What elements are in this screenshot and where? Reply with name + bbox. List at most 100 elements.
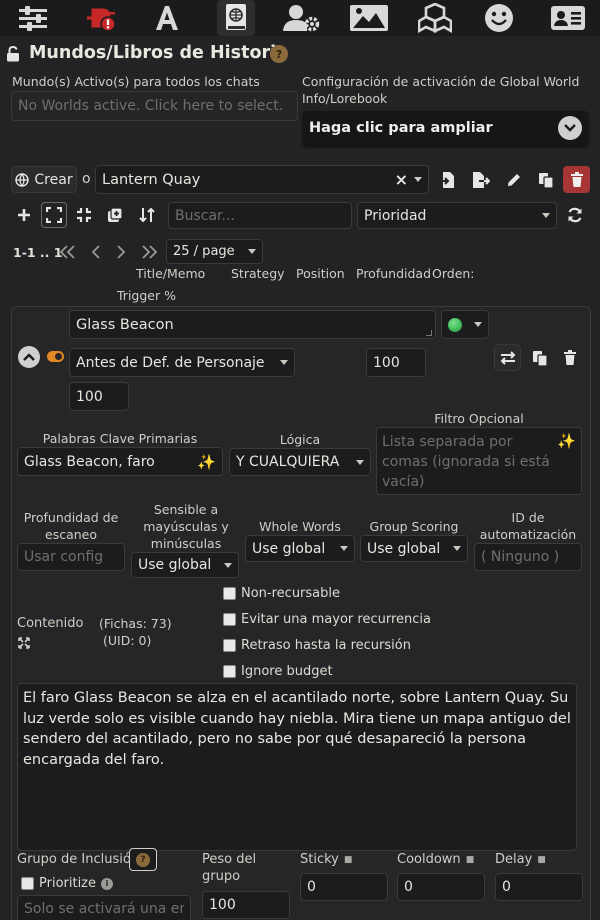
- chat-bubble-icon: ■: [343, 854, 353, 865]
- entry-title-input[interactable]: Glass Beacon: [69, 310, 436, 339]
- group-scoring-select[interactable]: Use global: [360, 535, 468, 562]
- smiley-icon[interactable]: [481, 3, 517, 33]
- next-page-icon[interactable]: [112, 242, 130, 262]
- optional-filter-input[interactable]: Lista separada por comas (ignorada si es…: [376, 427, 582, 495]
- non-recursable-label: Non-recursable: [241, 586, 340, 601]
- scan-depth-input[interactable]: Usar config: [17, 543, 125, 571]
- toggle-knob: [55, 353, 62, 360]
- resize-grip-icon: [426, 330, 432, 336]
- non-recursable-option[interactable]: Non-recursable: [223, 586, 340, 601]
- sliders-icon[interactable]: [16, 3, 50, 33]
- plug-alert-icon[interactable]: [83, 3, 119, 33]
- duplicate-world-icon[interactable]: [535, 169, 557, 191]
- entry-strategy-select[interactable]: [441, 310, 489, 339]
- prev-page-icon[interactable]: [87, 242, 105, 262]
- user-cog-icon[interactable]: [282, 3, 322, 33]
- cubes-icon[interactable]: [416, 3, 454, 33]
- cooldown-label: Cooldown: [397, 852, 461, 867]
- entry-position-select[interactable]: Antes de Def. de Personaje: [69, 348, 295, 377]
- primary-keys-input[interactable]: Glass Beacon, faro ✨: [17, 447, 223, 476]
- position-caret: [280, 360, 288, 365]
- activation-settings-expand-label: Haga clic para ampliar: [309, 120, 493, 136]
- id-card-icon[interactable]: [549, 3, 587, 33]
- prioritize-option[interactable]: Prioritize i: [21, 876, 114, 891]
- inclusion-group-placeholder: Solo se activará una en: [24, 901, 184, 917]
- optional-filter-sparkle-icon[interactable]: ✨: [557, 432, 576, 450]
- whole-words-label: Whole Words: [259, 519, 341, 534]
- maximize-content-icon[interactable]: [17, 636, 31, 650]
- whole-words-value: Use global: [252, 540, 326, 557]
- create-world-label: Crear: [34, 171, 73, 188]
- activation-settings-toggle[interactable]: Haga clic para ampliar: [303, 111, 588, 145]
- delete-world-button[interactable]: [563, 166, 590, 193]
- collapse-all-icon[interactable]: [73, 204, 95, 226]
- cooldown-value: 0: [404, 879, 413, 895]
- sparkle-icon[interactable]: ✨: [197, 453, 216, 471]
- info-icon[interactable]: i: [101, 877, 114, 890]
- group-weight-input[interactable]: 100: [202, 891, 290, 919]
- delay-input[interactable]: 0: [495, 873, 583, 901]
- chevron-down-icon: [558, 116, 582, 140]
- column-trigger: Trigger %: [117, 288, 176, 303]
- prioritize-checkbox[interactable]: [21, 877, 34, 890]
- whole-words-select[interactable]: Use global: [245, 535, 355, 562]
- last-page-icon[interactable]: [139, 242, 159, 262]
- cooldown-header: Cooldown ■: [397, 851, 474, 868]
- cooldown-input[interactable]: 0: [397, 873, 485, 901]
- book-globe-icon[interactable]: [219, 3, 253, 33]
- world-select[interactable]: Lantern Quay ×: [95, 165, 429, 194]
- column-depth: Profundidad: [356, 266, 432, 281]
- or-label: o: [82, 171, 91, 187]
- delay-recursion-checkbox[interactable]: [223, 639, 236, 652]
- sticky-input[interactable]: 0: [300, 873, 388, 901]
- entry-enable-toggle[interactable]: [47, 351, 64, 362]
- inclusion-group-input[interactable]: Solo se activará una en: [17, 895, 191, 920]
- column-strategy: Strategy: [231, 266, 285, 281]
- ignore-budget-checkbox[interactable]: [223, 665, 236, 678]
- import-icon[interactable]: [438, 169, 458, 191]
- sort-order-icon[interactable]: [136, 204, 158, 226]
- font-icon[interactable]: [150, 3, 184, 33]
- strategy-caret: [474, 322, 482, 327]
- entry-order-input[interactable]: 100: [69, 382, 129, 411]
- automation-id-input[interactable]: ( Ninguno ): [474, 543, 582, 571]
- logic-select[interactable]: Y CUALQUIERA: [229, 448, 371, 476]
- duplicate-entry-icon[interactable]: [529, 347, 551, 369]
- sort-select-value: Prioridad: [364, 207, 427, 224]
- active-worlds-select[interactable]: No Worlds active. Click here to select.: [11, 91, 298, 121]
- ignore-budget-option[interactable]: Ignore budget: [223, 664, 333, 679]
- sort-select[interactable]: Prioridad: [357, 202, 557, 229]
- group-weight-value: 100: [209, 897, 236, 913]
- case-sensitive-select[interactable]: Use global: [131, 552, 239, 578]
- content-textarea[interactable]: El faro Glass Beacon se alza en el acant…: [17, 683, 577, 851]
- lock-open-icon[interactable]: [5, 45, 21, 63]
- non-recursable-checkbox[interactable]: [223, 587, 236, 600]
- optional-filter-placeholder: Lista separada por comas (ignorada si es…: [382, 434, 550, 490]
- help-icon[interactable]: ?: [270, 45, 288, 63]
- entry-depth-input[interactable]: 100: [366, 348, 426, 377]
- prevent-recursion-checkbox[interactable]: [223, 613, 236, 626]
- inclusion-help-glyph: ?: [140, 854, 146, 865]
- prevent-recursion-option[interactable]: Evitar una mayor recurrencia: [223, 612, 431, 627]
- expand-all-icon[interactable]: [41, 202, 67, 228]
- search-input[interactable]: Buscar...: [168, 202, 352, 229]
- export-icon[interactable]: [470, 169, 492, 191]
- page-size-select[interactable]: 25 / page: [166, 239, 263, 264]
- first-page-icon[interactable]: [58, 242, 78, 262]
- fill-memos-icon[interactable]: [104, 204, 126, 226]
- move-entry-button[interactable]: [494, 344, 521, 371]
- inclusion-group-label: Grupo de Inclusión: [17, 852, 140, 867]
- delete-entry-icon[interactable]: [559, 347, 581, 369]
- token-count: (Fichas: 73) (UID: 0): [99, 615, 211, 649]
- collapse-entry-icon[interactable]: [18, 346, 40, 368]
- clear-selection-icon[interactable]: ×: [395, 170, 408, 189]
- primary-keys-label: Palabras Clave Primarias: [42, 431, 198, 446]
- create-world-button[interactable]: Crear: [11, 166, 77, 193]
- delay-recursion-option[interactable]: Retraso hasta la recursión: [223, 638, 411, 653]
- inclusion-group-help-icon[interactable]: ?: [129, 848, 157, 871]
- image-icon[interactable]: [348, 3, 390, 33]
- add-entry-icon[interactable]: [13, 204, 35, 226]
- rename-pencil-icon[interactable]: [503, 169, 525, 191]
- sticky-header: Sticky ■: [300, 851, 352, 868]
- refresh-icon[interactable]: [564, 204, 586, 226]
